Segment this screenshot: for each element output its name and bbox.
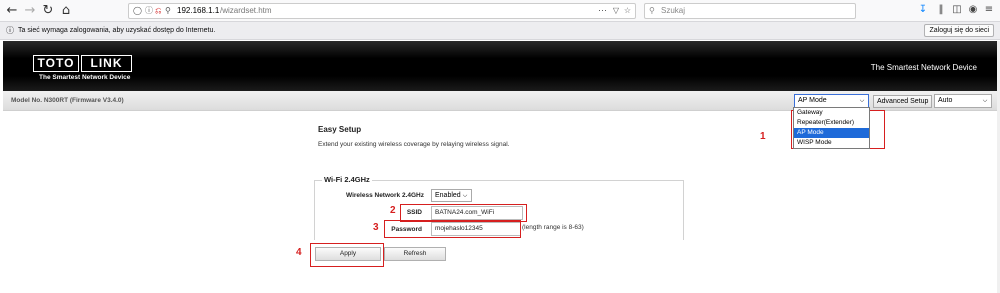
router-header: TOTO LINK The Smartest Network Device Th…	[3, 41, 997, 91]
home-icon[interactable]: ⌂	[58, 3, 74, 19]
mode-option-repeater[interactable]: Repeater(Extender)	[794, 118, 869, 128]
pocket-icon[interactable]: ▽	[613, 4, 619, 18]
sidebar-icon[interactable]: ◫	[950, 3, 964, 17]
wireless-network-label: Wireless Network 2.4GHz	[346, 192, 424, 199]
library-icon[interactable]: ‖	[934, 3, 948, 17]
shield-icon[interactable]: ◯	[133, 4, 142, 18]
advanced-setup-button[interactable]: Advanced Setup	[873, 95, 933, 108]
back-icon[interactable]: ←	[4, 3, 20, 19]
annotation-box-apply	[310, 243, 384, 267]
annotation-number-2: 2	[390, 205, 396, 216]
browser-toolbar: ← → ↻ ⌂ ◯ ⓘ ⎌ ⚲ 192.168.1.1 /wizardset.h…	[0, 0, 1000, 22]
chevron-down-icon: ⌵	[982, 97, 988, 104]
captive-portal-notification: ⓘ Ta sieć wymaga zalogowania, aby uzyska…	[0, 22, 1000, 40]
password-hint: (length range is 8-63)	[522, 224, 584, 231]
annotation-box-password	[384, 220, 521, 238]
page-description: Extend your existing wireless coverage b…	[318, 141, 510, 148]
forward-icon[interactable]: →	[22, 3, 38, 19]
header-slogan: The Smartest Network Device	[870, 63, 977, 72]
url-bar[interactable]: ◯ ⓘ ⎌ ⚲ 192.168.1.1 /wizardset.htm ⋯ ▽ ☆	[128, 3, 636, 19]
reload-icon[interactable]: ↻	[40, 3, 56, 19]
logo-tagline: The Smartest Network Device	[39, 74, 131, 81]
annotation-number-1: 1	[760, 131, 766, 142]
page-title: Easy Setup	[318, 125, 362, 134]
wifi-legend: Wi-Fi 2.4GHz	[322, 175, 372, 184]
page-actions-icon[interactable]: ⋯	[598, 3, 607, 17]
language-select[interactable]: Auto ⌵	[934, 94, 992, 108]
account-icon[interactable]: ◉	[966, 3, 980, 17]
totolink-logo: TOTO LINK	[33, 55, 132, 72]
annotation-number-4: 4	[296, 247, 302, 258]
logo-left: TOTO	[33, 55, 79, 72]
wireless-enable-select[interactable]: Enabled ⌵	[431, 189, 472, 202]
search-input[interactable]: ⚲ Szukaj	[644, 3, 856, 19]
logo-right: LINK	[81, 55, 132, 72]
mode-dropdown-list[interactable]: Gateway Repeater(Extender) AP Mode WISP …	[793, 107, 870, 149]
url-host: 192.168.1.1	[177, 6, 220, 15]
page-info-icon[interactable]: ⓘ	[145, 4, 153, 18]
mode-option-gateway[interactable]: Gateway	[794, 108, 869, 118]
key-icon[interactable]: ⚲	[165, 4, 171, 18]
language-select-value: Auto	[938, 97, 953, 104]
search-icon: ⚲	[649, 6, 655, 15]
mode-select-value: AP Mode	[798, 97, 827, 104]
wireless-enable-value: Enabled	[435, 192, 461, 199]
url-path: /wizardset.htm	[220, 6, 272, 15]
menu-icon[interactable]: ≡	[982, 3, 996, 17]
annotation-number-3: 3	[373, 222, 379, 233]
mode-option-wisp[interactable]: WISP Mode	[794, 138, 869, 148]
notification-text: Ta sieć wymaga zalogowania, aby uzyskać …	[18, 27, 216, 34]
info-icon: ⓘ	[6, 26, 14, 35]
refresh-button[interactable]: Refresh	[384, 247, 446, 261]
chevron-down-icon: ⌵	[859, 97, 865, 104]
chevron-down-icon: ⌵	[462, 192, 468, 199]
model-info: Model No. N300RT (Firmware V3.4.0)	[11, 97, 124, 104]
mode-option-ap[interactable]: AP Mode	[794, 128, 869, 138]
download-icon[interactable]: ↧	[916, 3, 930, 17]
bookmark-star-icon[interactable]: ☆	[624, 4, 631, 18]
search-placeholder: Szukaj	[661, 6, 686, 15]
insecure-lock-icon: ⎌	[155, 6, 162, 15]
login-to-network-button[interactable]: Zaloguj się do sieci	[924, 24, 994, 37]
mode-select[interactable]: AP Mode ⌵	[794, 94, 869, 108]
